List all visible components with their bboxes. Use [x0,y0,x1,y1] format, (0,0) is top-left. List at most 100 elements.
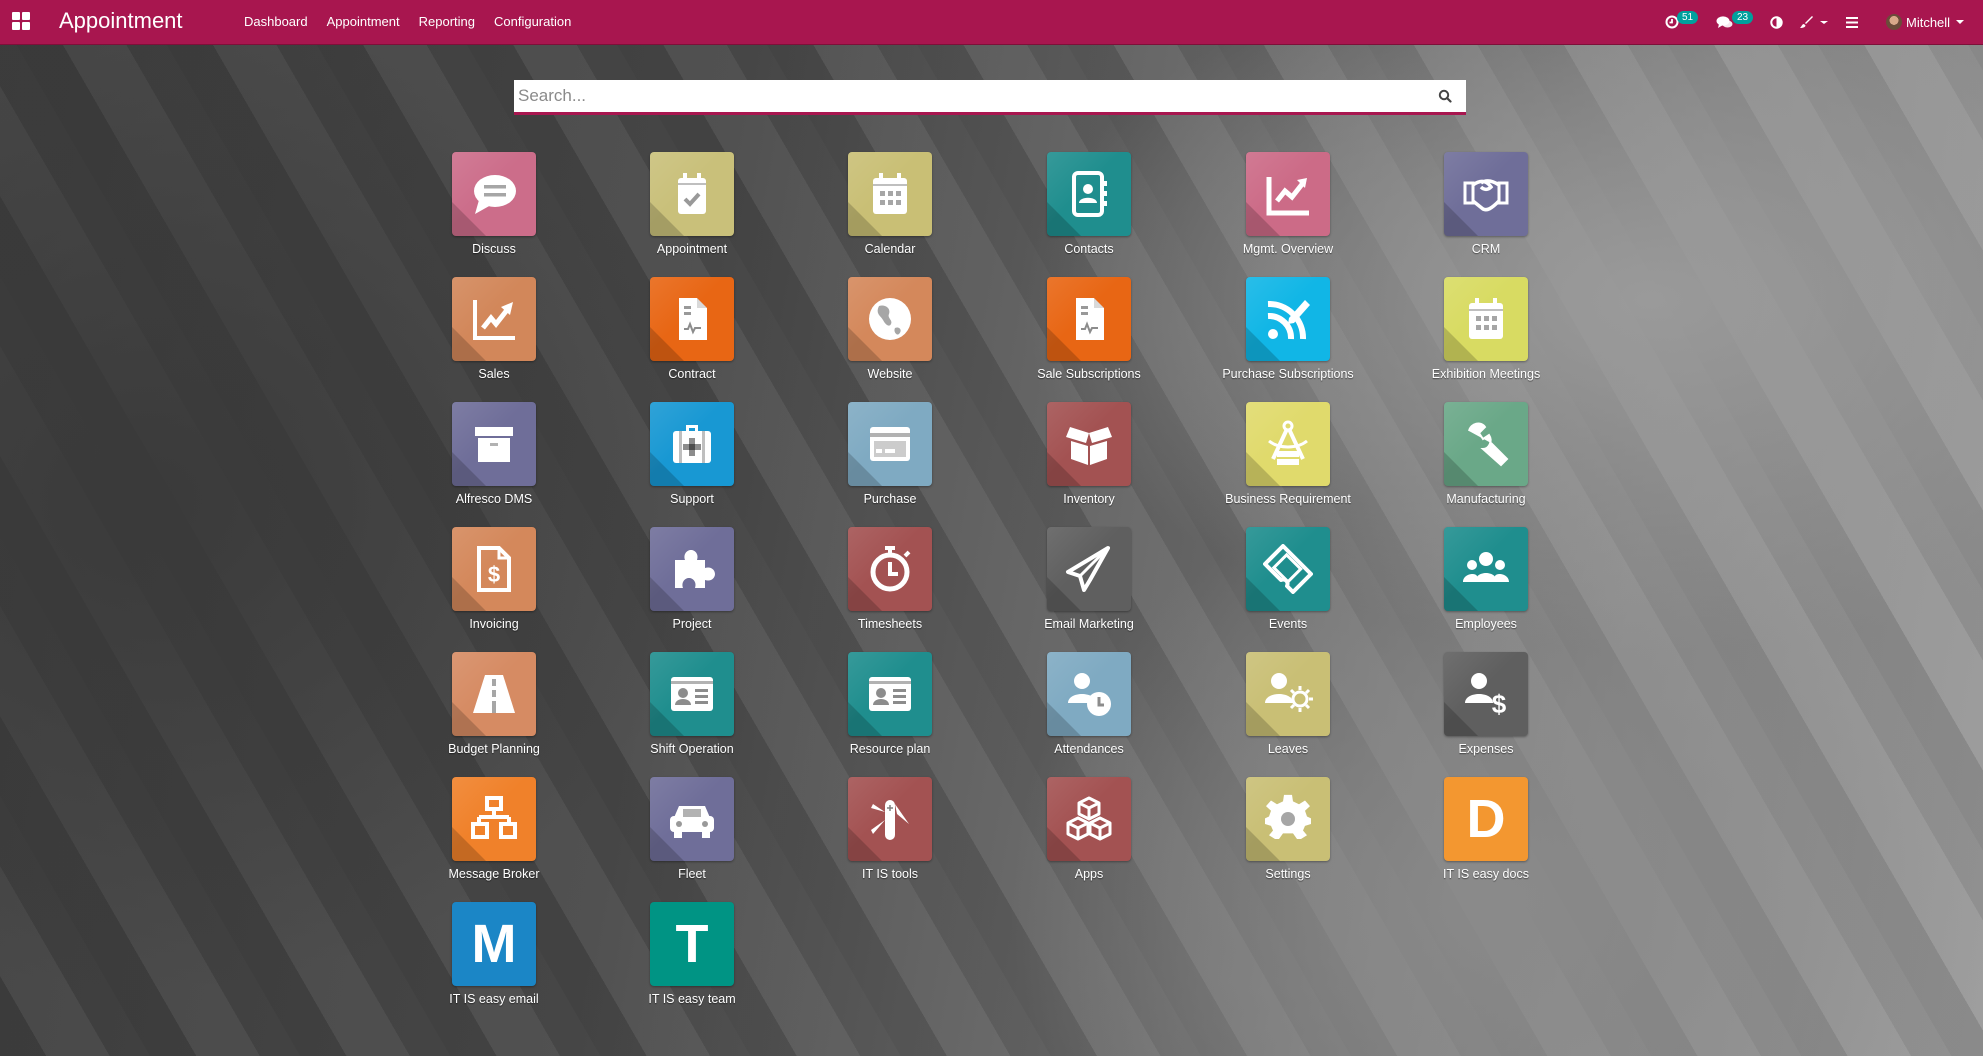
app-label: Exhibition Meetings [1431,367,1541,381]
app-tile-it-is-tools[interactable]: IT IS tools [820,777,960,897]
app-label: Resource plan [849,742,931,756]
theme-customizer-button[interactable] [1799,0,1828,44]
calendar-icon [1444,277,1528,361]
chat-bubble-icon [452,152,536,236]
messages-count-badge: 23 [1732,11,1754,24]
chevron-down-icon [1956,20,1965,24]
app-tile-manufacturing[interactable]: Manufacturing [1416,402,1556,522]
app-tile-it-is-easy-team[interactable]: T IT IS easy team [622,902,762,1022]
app-label: Mgmt. Overview [1242,242,1334,256]
dark-mode-toggle[interactable] [1770,0,1783,44]
app-tile-apps[interactable]: Apps [1019,777,1159,897]
app-label: CRM [1471,242,1501,256]
car-icon [650,777,734,861]
app-label: Shift Operation [650,742,734,756]
app-label: Sale Subscriptions [1037,367,1141,381]
app-tile-fleet[interactable]: Fleet [622,777,762,897]
app-tile-website[interactable]: Website [820,277,960,397]
messages-button[interactable]: 23 [1716,0,1754,44]
menu-configuration[interactable]: Configuration [494,14,571,29]
app-tile-mgmt-overview[interactable]: Mgmt. Overview [1218,152,1358,272]
app-label: Alfresco DMS [455,492,533,506]
app-tile-shift-operation[interactable]: Shift Operation [622,652,762,772]
app-label: Purchase Subscriptions [1222,367,1354,381]
contrast-icon [1770,15,1783,29]
app-tile-appointment[interactable]: Appointment [622,152,762,272]
swiss-knife-icon [848,777,932,861]
calendar-icon [848,152,932,236]
menu-dashboard[interactable]: Dashboard [244,14,308,29]
app-tile-message-broker[interactable]: Message Broker [424,777,564,897]
search-input[interactable] [518,80,1418,112]
app-tile-employees[interactable]: Employees [1416,527,1556,647]
app-label: Timesheets [857,617,923,631]
app-tile-alfresco-dms[interactable]: Alfresco DMS [424,402,564,522]
search-icon[interactable] [1438,89,1452,103]
app-tile-project[interactable]: Project [622,527,762,647]
main-menu: Dashboard Appointment Reporting Configur… [244,14,590,29]
app-tile-purchase[interactable]: Purchase [820,402,960,522]
road-icon [452,652,536,736]
icon-letter: M [471,914,517,974]
app-tile-purchase-subscriptions[interactable]: Purchase Subscriptions [1218,277,1358,397]
app-tile-invoicing[interactable]: $ Invoicing [424,527,564,647]
gear-icon [1246,777,1330,861]
letter-t-icon: T [650,902,734,986]
cubes-icon [1047,777,1131,861]
menu-reporting[interactable]: Reporting [419,14,475,29]
app-tile-settings[interactable]: Settings [1218,777,1358,897]
app-tile-calendar[interactable]: Calendar [820,152,960,272]
handshake-icon [1444,152,1528,236]
calendar-check-icon [650,152,734,236]
app-tile-leaves[interactable]: Leaves [1218,652,1358,772]
app-tile-exhibition-meetings[interactable]: Exhibition Meetings [1416,277,1556,397]
app-label: Business Requirement [1225,492,1351,506]
app-tile-business-requirement[interactable]: Business Requirement [1218,402,1358,522]
contract-document-icon [1047,277,1131,361]
app-label: Budget Planning [448,742,540,756]
app-label: Website [867,367,913,381]
app-title[interactable]: Appointment [59,8,183,34]
app-tile-sale-subscriptions[interactable]: Sale Subscriptions [1019,277,1159,397]
settings-menu-button[interactable] [1846,0,1858,44]
chevron-down-icon [1820,20,1828,24]
user-menu[interactable]: Mitchell [1886,0,1965,44]
app-tile-events[interactable]: Events [1218,527,1358,647]
line-chart-icon [1246,152,1330,236]
app-tile-inventory[interactable]: Inventory [1019,402,1159,522]
app-tile-it-is-easy-docs[interactable]: D IT IS easy docs [1416,777,1556,897]
letter-d-icon: D [1444,777,1528,861]
app-tile-budget-planning[interactable]: Budget Planning [424,652,564,772]
app-label: Purchase [863,492,917,506]
app-label: Settings [1265,867,1311,881]
contract-document-icon [650,277,734,361]
puzzle-piece-icon [650,527,734,611]
app-tile-it-is-easy-email[interactable]: M IT IS easy email [424,902,564,1022]
user-clock-icon [1047,652,1131,736]
app-tile-crm[interactable]: CRM [1416,152,1556,272]
app-tile-contacts[interactable]: Contacts [1019,152,1159,272]
app-label: Employees [1455,617,1517,631]
app-tile-email-marketing[interactable]: Email Marketing [1019,527,1159,647]
app-label: Contacts [1064,242,1114,256]
app-tile-support[interactable]: Support [622,402,762,522]
wrench-icon [1444,402,1528,486]
menu-appointment[interactable]: Appointment [327,14,400,29]
app-label: Calendar [864,242,916,256]
icon-letter: D [1466,789,1506,849]
app-menu-toggle-icon[interactable] [12,12,30,30]
app-tile-discuss[interactable]: Discuss [424,152,564,272]
app-label: Contract [668,367,716,381]
app-tile-expenses[interactable]: $ Expenses [1416,652,1556,772]
app-label: Manufacturing [1446,492,1526,506]
app-tile-sales[interactable]: Sales [424,277,564,397]
activity-button[interactable]: 51 [1665,0,1699,44]
app-tile-timesheets[interactable]: Timesheets [820,527,960,647]
app-tile-resource-plan[interactable]: Resource plan [820,652,960,772]
app-tile-contract[interactable]: Contract [622,277,762,397]
app-label: Invoicing [469,617,519,631]
app-label: Support [670,492,714,506]
globe-icon [848,277,932,361]
app-tile-attendances[interactable]: Attendances [1019,652,1159,772]
app-label: IT IS easy docs [1443,867,1529,881]
